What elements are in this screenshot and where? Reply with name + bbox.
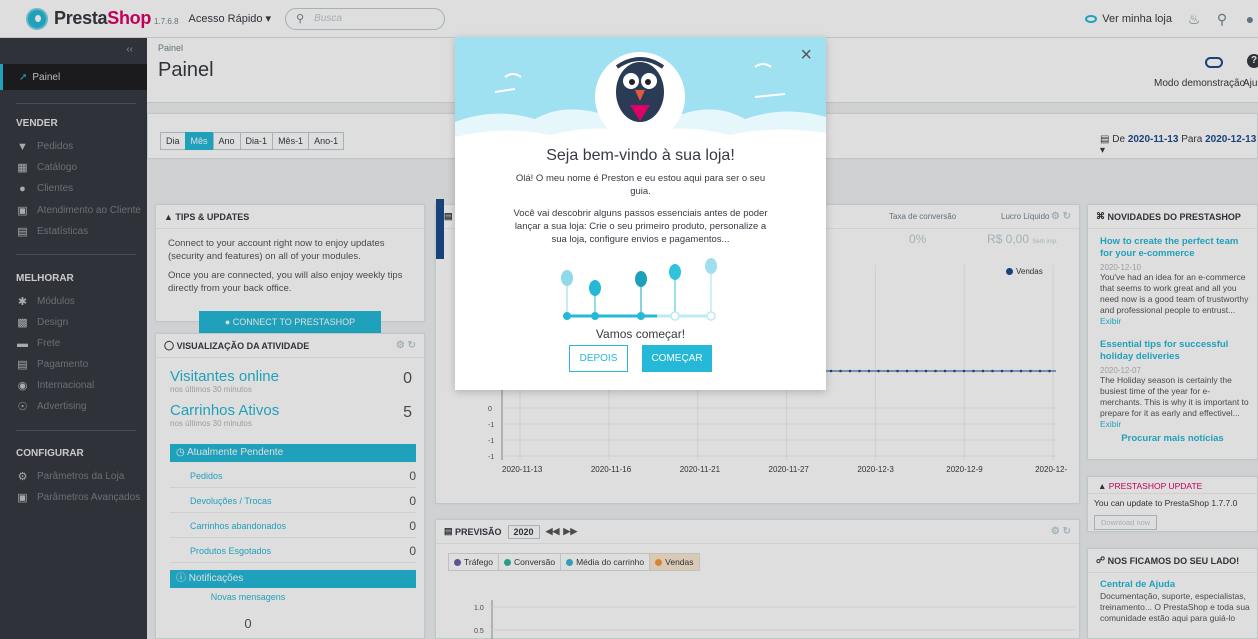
sky-clouds-illustration [455, 37, 826, 165]
close-icon[interactable]: × [800, 45, 812, 65]
modal-intro-text: Olá! O meu nome é Preston e eu estou aqu… [515, 173, 766, 197]
modal-sky-illustration [455, 37, 826, 165]
start-button[interactable]: COMEÇAR [642, 345, 712, 372]
modal-title: Seja bem-vindo à sua loja! [546, 147, 735, 164]
later-button[interactable]: DEPOIS [569, 345, 628, 372]
modal-description-text: Você vai descobrir alguns passos essenci… [513, 208, 768, 245]
welcome-modal: × Seja bem-vindo à sua loja! Olá! O meu … [455, 37, 826, 390]
lets-start-text: Vamos começar! [595, 327, 686, 341]
balloon-icons [561, 258, 717, 316]
onboarding-progress-illustration [561, 258, 717, 321]
